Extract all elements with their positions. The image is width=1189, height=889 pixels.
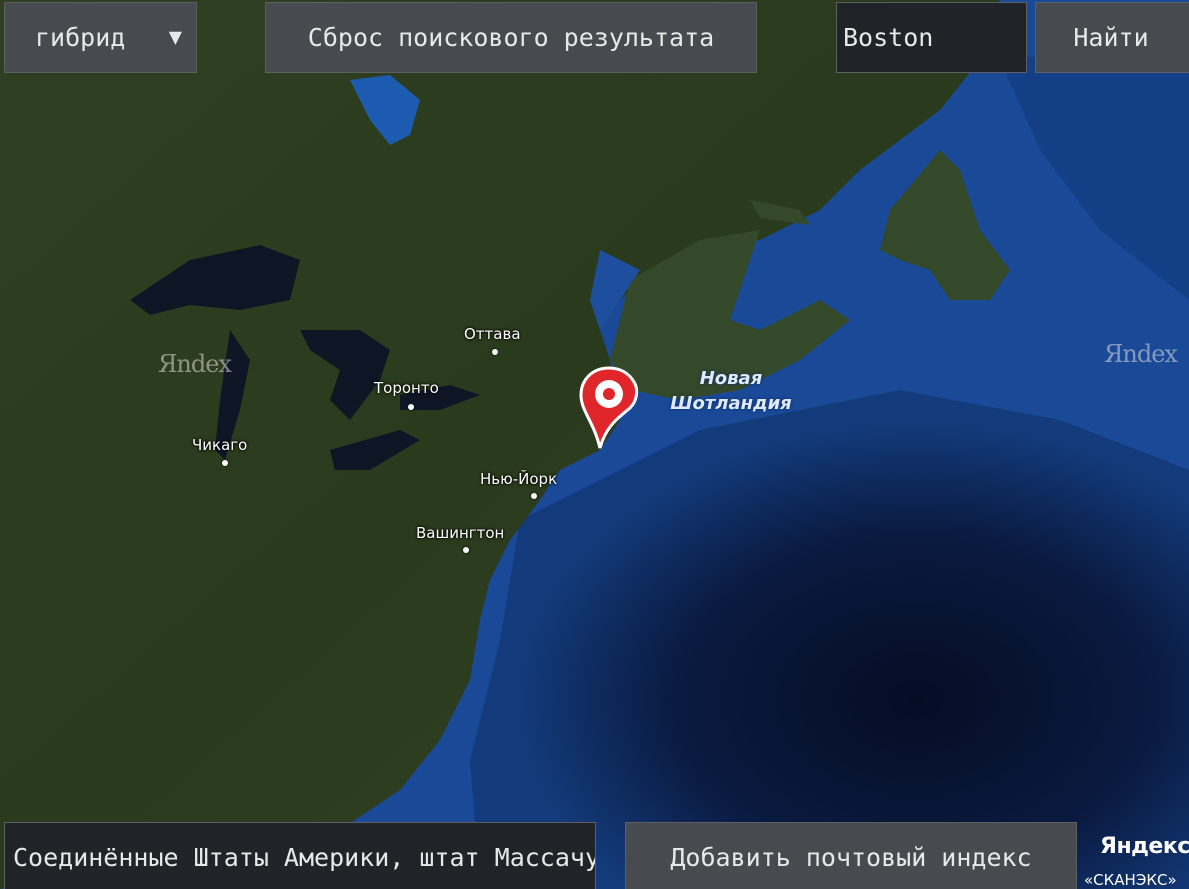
search-input-value: Boston xyxy=(843,23,934,52)
add-postal-code-button[interactable]: Добавить почтовый индекс xyxy=(625,822,1077,889)
region-label-nova-scotia: Новая Шотландия xyxy=(670,368,792,414)
map-type-value: гибрид xyxy=(35,23,126,52)
city-dot-chicago xyxy=(222,460,228,466)
search-input[interactable]: Boston xyxy=(836,2,1027,73)
address-field[interactable]: Соединённые Штаты Америки, штат Массачус… xyxy=(4,822,596,889)
city-label-new-york: Нью-Йорк xyxy=(480,470,558,488)
city-dot-new-york xyxy=(531,493,537,499)
map-type-select[interactable]: гибрид ▼ xyxy=(4,2,197,73)
city-dot-ottawa xyxy=(492,349,498,355)
city-label-washington: Вашингтон xyxy=(416,524,505,542)
address-field-value: Соединённые Штаты Америки, штат Массачус… xyxy=(13,842,596,872)
map-app: Оттава Торонто Чикаго Нью-Йорк Вашингтон… xyxy=(0,0,1189,889)
map-watermark: Яndex xyxy=(1104,340,1178,368)
location-marker-icon[interactable] xyxy=(578,366,640,450)
city-dot-toronto xyxy=(408,404,414,410)
satellite-map[interactable]: Оттава Торонто Чикаго Нью-Йорк Вашингтон… xyxy=(0,0,1189,889)
find-button[interactable]: Найти xyxy=(1035,2,1189,73)
add-postal-code-label: Добавить почтовый индекс xyxy=(670,842,1032,872)
city-label-toronto: Торонто xyxy=(374,379,439,397)
copyright-brand: Яндекс xyxy=(1100,834,1189,859)
map-watermark: Яndex xyxy=(158,350,232,378)
city-label-ottawa: Оттава xyxy=(464,325,521,343)
map-copyright[interactable]: Яндекс «СКАНЭКС» xyxy=(1082,830,1189,889)
city-dot-washington xyxy=(463,547,469,553)
dropdown-arrow-icon: ▼ xyxy=(168,25,182,50)
find-button-label: Найти xyxy=(1073,23,1149,52)
city-label-chicago: Чикаго xyxy=(192,436,248,454)
copyright-source: «СКАНЭКС» xyxy=(1084,871,1177,889)
reset-search-label: Сброс поискового результата xyxy=(307,23,715,52)
reset-search-button[interactable]: Сброс поискового результата xyxy=(265,2,757,73)
